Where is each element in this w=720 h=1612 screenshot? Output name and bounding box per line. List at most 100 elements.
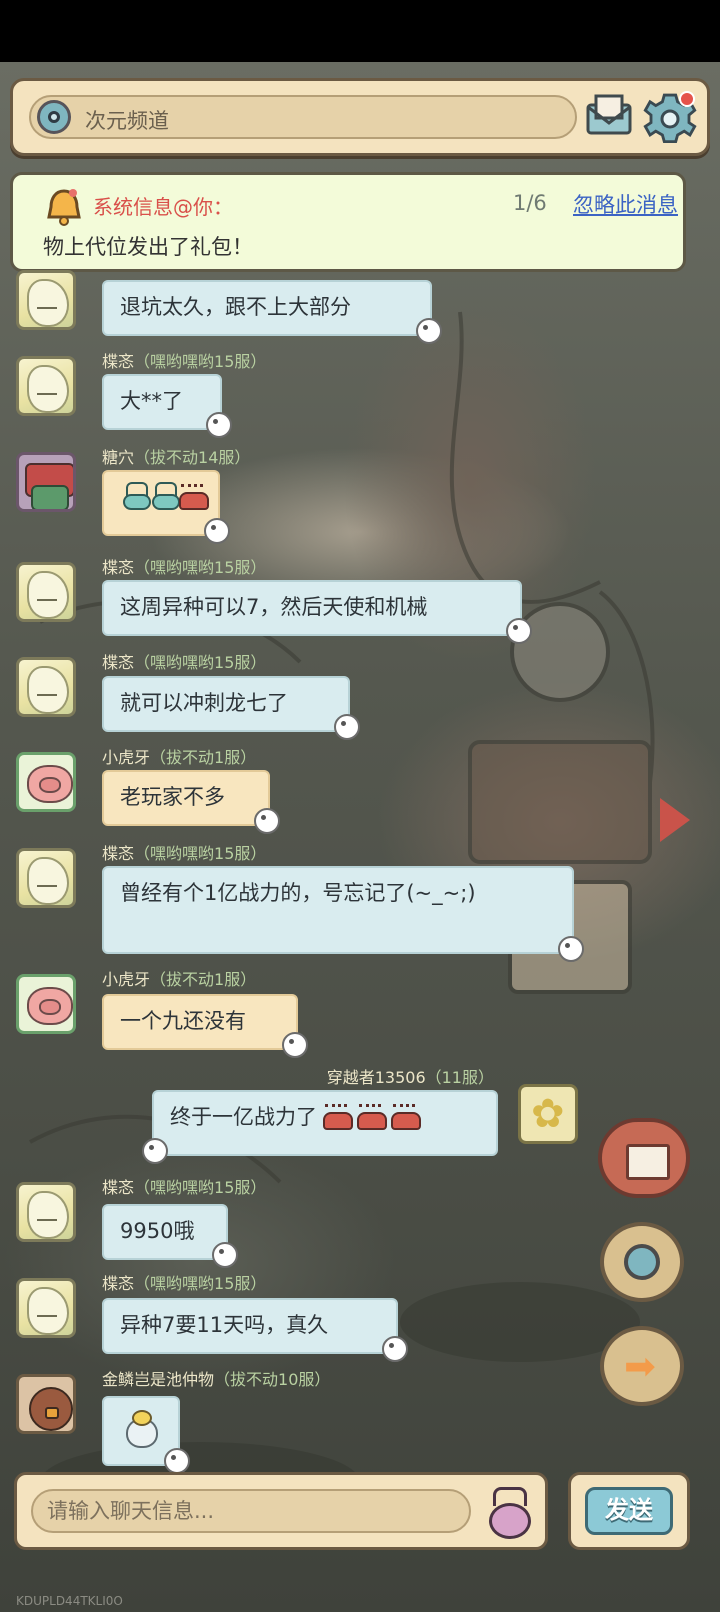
message-bubble[interactable]: 大**了 (102, 374, 232, 438)
message-text: 终于一亿战力了 (170, 1105, 317, 1129)
message-bubble[interactable] (102, 470, 230, 544)
sender-name[interactable]: 穿越者13506（11服） (327, 1064, 494, 1088)
message-content: 这周异种可以7，然后天使和机械 (120, 592, 504, 622)
sender-nickname: 糖穴 (102, 448, 135, 467)
sender-name[interactable]: 楪忞（嘿哟嘿哟15服） (102, 840, 266, 864)
sender-server: （嘿哟嘿哟15服） (134, 352, 267, 371)
message-text: 就可以冲刺龙七了 (120, 691, 288, 715)
message-bubble[interactable]: 终于一亿战力了 (142, 1090, 498, 1164)
avatar[interactable] (16, 848, 76, 908)
sender-name[interactable]: 楪忞（嘿哟嘿哟15服） (102, 348, 266, 372)
sender-name[interactable]: 楪忞（嘿哟嘿哟15服） (102, 649, 266, 673)
sender-name[interactable]: 金鳞岂是池仲物（拔不动10服） (102, 1366, 330, 1390)
bubble-tail-icon (164, 1448, 190, 1474)
avatar[interactable] (16, 1278, 76, 1338)
footer-id: KDUPLD44TKLI0O (16, 1594, 123, 1608)
settings-button[interactable] (643, 89, 697, 144)
message-content: 曾经有个1亿战力的，号忘记了(~_~;) (120, 878, 556, 908)
avatar[interactable] (16, 1374, 76, 1434)
expand-panel-button[interactable] (652, 790, 692, 850)
message-bubble[interactable]: 老玩家不多 (102, 770, 280, 834)
sender-name[interactable]: 小虎牙（拔不动1服） (102, 966, 256, 990)
message-text: 退坑太久，跟不上大部分 (120, 295, 351, 319)
channel-name: 次元频道 (85, 109, 169, 133)
message-bubble[interactable]: 就可以冲刺龙七了 (102, 676, 360, 740)
sender-nickname: 楪忞 (102, 653, 135, 672)
message-content: 异种7要11天吗，真久 (120, 1310, 380, 1340)
sender-nickname: 楪忞 (102, 558, 135, 577)
sender-server: （拔不动10服） (214, 1370, 331, 1389)
avatar[interactable] (16, 1182, 76, 1242)
bubble-tail-icon (212, 1242, 238, 1268)
message-text: 大**了 (120, 389, 183, 413)
chat-input-bar (14, 1472, 548, 1550)
sender-nickname: 金鳞岂是池仲物 (102, 1370, 215, 1389)
avatar[interactable] (16, 356, 76, 416)
send-button-frame: 发送 (568, 1472, 690, 1550)
message-bubble[interactable]: 一个九还没有 (102, 994, 308, 1058)
sender-server: （嘿哟嘿哟15服） (134, 1178, 267, 1197)
notification-dot (679, 91, 695, 107)
message-bubble[interactable]: 退坑太久，跟不上大部分 (102, 280, 442, 344)
mail-icon (586, 94, 632, 135)
sender-nickname: 穿越者13506 (326, 1068, 426, 1087)
slug-sticker-icon (120, 482, 151, 512)
bubble-tail-icon (334, 714, 360, 740)
message-bubble[interactable]: 曾经有个1亿战力的，号忘记了(~_~;) (102, 866, 584, 962)
side-channel-button[interactable] (600, 1222, 684, 1302)
status-bar (0, 0, 720, 62)
sender-nickname: 楪忞 (102, 352, 135, 371)
channel-selector[interactable]: 次元频道 (29, 95, 577, 139)
bubble-tail-icon (282, 1032, 308, 1058)
message-text: 老玩家不多 (120, 785, 225, 809)
avatar[interactable] (16, 657, 76, 717)
channel-header: 次元频道 (10, 78, 710, 156)
bubble-tail-icon (142, 1138, 168, 1164)
channel-ring-icon (37, 100, 71, 134)
message-content: 退坑太久，跟不上大部分 (120, 292, 414, 322)
notice-body: 物上代位发出了礼包！ (43, 235, 253, 259)
message-text: 这周异种可以7，然后天使和机械 (120, 595, 428, 619)
sender-name[interactable]: 小虎牙（拔不动1服） (102, 744, 256, 768)
sender-name[interactable]: 楪忞（嘿哟嘿哟15服） (102, 1174, 266, 1198)
message-bubble[interactable] (102, 1396, 190, 1474)
message-content (120, 482, 209, 512)
sender-nickname: 楪忞 (102, 1274, 135, 1293)
sender-name[interactable]: 糖穴（拔不动14服） (102, 444, 250, 468)
sender-nickname: 小虎牙 (102, 970, 151, 989)
crab-sticker-icon (321, 1104, 353, 1130)
message-bubble[interactable]: 这周异种可以7，然后天使和机械 (102, 580, 532, 644)
bubble-tail-icon (416, 318, 442, 344)
ignore-message-link[interactable]: 忽略此消息 (573, 189, 678, 219)
message-content: 老玩家不多 (120, 782, 252, 812)
bubble-tail-icon (382, 1336, 408, 1362)
sender-name[interactable]: 楪忞（嘿哟嘿哟15服） (102, 1270, 266, 1294)
egg-sticker-icon (120, 1408, 160, 1448)
system-notice: 系统信息@你： 1/6 忽略此消息 物上代位发出了礼包！ (10, 172, 686, 272)
sender-server: （拔不动1服） (150, 970, 257, 989)
message-content: 一个九还没有 (120, 1006, 280, 1036)
side-mail-button[interactable] (598, 1118, 690, 1198)
crab-sticker-icon (355, 1104, 387, 1130)
sender-server: （嘿哟嘿哟15服） (134, 558, 267, 577)
sender-nickname: 楪忞 (102, 1178, 135, 1197)
emoji-icon[interactable] (483, 1485, 533, 1539)
avatar[interactable] (16, 974, 76, 1034)
sender-server: （拔不动14服） (134, 448, 251, 467)
mail-button[interactable] (585, 93, 633, 137)
avatar[interactable] (16, 452, 76, 512)
avatar[interactable] (16, 562, 76, 622)
sender-name[interactable]: 楪忞（嘿哟嘿哟15服） (102, 554, 266, 578)
send-button[interactable]: 发送 (585, 1487, 673, 1535)
sender-server: （11服） (425, 1068, 494, 1087)
avatar[interactable] (16, 752, 76, 812)
message-bubble[interactable]: 9950哦 (102, 1204, 238, 1268)
message-bubble[interactable]: 异种7要11天吗，真久 (102, 1298, 408, 1362)
chat-input[interactable] (31, 1489, 471, 1533)
message-content: 终于一亿战力了 (170, 1102, 480, 1132)
avatar[interactable] (16, 270, 76, 330)
avatar[interactable] (518, 1084, 578, 1144)
bubble-tail-icon (558, 936, 584, 962)
bubble-tail-icon (204, 518, 230, 544)
side-next-button[interactable] (600, 1326, 684, 1406)
